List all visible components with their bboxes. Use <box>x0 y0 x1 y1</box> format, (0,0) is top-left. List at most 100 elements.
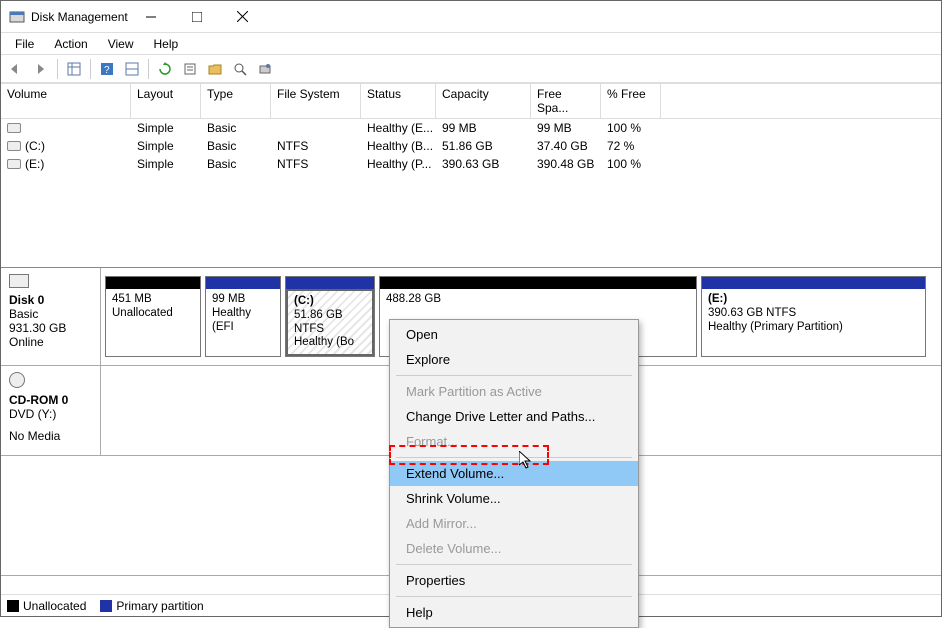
cdrom-title: CD-ROM 0 <box>9 393 92 407</box>
view-list-icon[interactable] <box>63 58 85 80</box>
partition-letter: (C:) <box>294 295 314 307</box>
partition-color <box>702 277 925 289</box>
col-pctfree[interactable]: % Free <box>601 84 661 118</box>
volume-list-header: Volume Layout Type File System Status Ca… <box>1 83 941 119</box>
cell: NTFS <box>271 155 361 173</box>
cdrom-header[interactable]: CD-ROM 0 DVD (Y:) No Media <box>1 366 101 455</box>
cell: 99 MB <box>531 119 601 137</box>
volume-list: Volume Layout Type File System Status Ca… <box>1 83 941 263</box>
partition-e[interactable]: (E:)390.63 GB NTFSHealthy (Primary Parti… <box>701 276 926 357</box>
col-free[interactable]: Free Spa... <box>531 84 601 118</box>
cell: 100 % <box>601 155 661 173</box>
cell: Basic <box>201 155 271 173</box>
menu-file[interactable]: File <box>5 35 44 53</box>
partition-size: 451 MB <box>112 293 194 307</box>
cell: Healthy (B... <box>361 137 436 155</box>
cell: 51.86 GB <box>436 137 531 155</box>
refresh-icon[interactable] <box>154 58 176 80</box>
partition-status: Healthy (EFI <box>212 307 274 335</box>
window-title: Disk Management <box>31 10 128 24</box>
menu-help[interactable]: Help <box>390 600 638 625</box>
forward-button[interactable] <box>30 58 52 80</box>
menu-bar: File Action View Help <box>1 33 941 55</box>
close-button[interactable] <box>220 2 266 32</box>
partition-color <box>106 277 200 289</box>
partition-color <box>286 277 374 289</box>
col-layout[interactable]: Layout <box>131 84 201 118</box>
disk-title: Disk 0 <box>9 293 92 307</box>
partition-size: 488.28 GB <box>386 293 690 307</box>
menu-shrink-volume[interactable]: Shrink Volume... <box>390 486 638 511</box>
cell: Basic <box>201 119 271 137</box>
partition-size: 99 MB <box>212 293 274 307</box>
col-type[interactable]: Type <box>201 84 271 118</box>
menu-change-letter[interactable]: Change Drive Letter and Paths... <box>390 404 638 429</box>
menu-open[interactable]: Open <box>390 322 638 347</box>
separator <box>90 59 91 79</box>
table-row[interactable]: Simple Basic Healthy (E... 99 MB 99 MB 1… <box>1 119 941 137</box>
disk-size: 931.30 GB <box>9 321 92 335</box>
disk-header[interactable]: Disk 0 Basic 931.30 GB Online <box>1 268 101 365</box>
back-button[interactable] <box>5 58 27 80</box>
menu-add-mirror: Add Mirror... <box>390 511 638 536</box>
cell: Healthy (P... <box>361 155 436 173</box>
separator <box>57 59 58 79</box>
menu-extend-volume[interactable]: Extend Volume... <box>390 461 638 486</box>
volume-icon <box>7 141 21 151</box>
menu-format: Format... <box>390 429 638 454</box>
cell: (E:) <box>25 157 44 171</box>
table-row[interactable]: (E:) Simple Basic NTFS Healthy (P... 390… <box>1 155 941 173</box>
cell: Simple <box>131 155 201 173</box>
partition-status: Healthy (Bo <box>294 336 366 350</box>
cell: 72 % <box>601 137 661 155</box>
svg-text:?: ? <box>104 65 110 76</box>
partition-efi[interactable]: 99 MBHealthy (EFI <box>205 276 281 357</box>
cell: NTFS <box>271 137 361 155</box>
menu-separator <box>396 596 632 597</box>
col-filesystem[interactable]: File System <box>271 84 361 118</box>
partition-unallocated[interactable]: 451 MBUnallocated <box>105 276 201 357</box>
cell <box>271 119 361 137</box>
col-volume[interactable]: Volume <box>1 84 131 118</box>
cell: Healthy (E... <box>361 119 436 137</box>
menu-view[interactable]: View <box>98 35 144 53</box>
col-capacity[interactable]: Capacity <box>436 84 531 118</box>
rescan-icon[interactable] <box>254 58 276 80</box>
cell: Simple <box>131 119 201 137</box>
minimize-button[interactable] <box>128 2 174 32</box>
partition-c-selected[interactable]: (C:)51.86 GB NTFSHealthy (Bo <box>285 276 375 357</box>
find-icon[interactable] <box>229 58 251 80</box>
menu-action[interactable]: Action <box>44 35 97 53</box>
cell: 99 MB <box>436 119 531 137</box>
cdrom-state: No Media <box>9 429 92 443</box>
window-buttons <box>128 2 266 32</box>
volume-icon <box>7 159 21 169</box>
menu-mark-active: Mark Partition as Active <box>390 379 638 404</box>
disk-icon <box>9 274 29 288</box>
maximize-button[interactable] <box>174 2 220 32</box>
cell: (C:) <box>25 139 45 153</box>
help-icon[interactable]: ? <box>96 58 118 80</box>
cell: 100 % <box>601 119 661 137</box>
cell: 390.48 GB <box>531 155 601 173</box>
legend-unallocated: Unallocated <box>7 599 86 613</box>
menu-properties[interactable]: Properties <box>390 568 638 593</box>
disk-type: Basic <box>9 307 92 321</box>
table-row[interactable]: (C:) Simple Basic NTFS Healthy (B... 51.… <box>1 137 941 155</box>
open-icon[interactable] <box>204 58 226 80</box>
partition-letter: (E:) <box>708 293 727 305</box>
col-status[interactable]: Status <box>361 84 436 118</box>
cell: 37.40 GB <box>531 137 601 155</box>
toolbar: ? <box>1 55 941 83</box>
menu-explore[interactable]: Explore <box>390 347 638 372</box>
partition-status: Unallocated <box>112 307 194 321</box>
legend-primary: Primary partition <box>100 599 203 613</box>
cursor-icon <box>519 451 533 472</box>
context-menu: Open Explore Mark Partition as Active Ch… <box>389 319 639 628</box>
partition-size: 390.63 GB NTFS <box>708 307 919 321</box>
settings-icon[interactable] <box>121 58 143 80</box>
properties-icon[interactable] <box>179 58 201 80</box>
menu-help[interactable]: Help <box>144 35 189 53</box>
partition-color <box>380 277 696 289</box>
menu-separator <box>396 457 632 458</box>
